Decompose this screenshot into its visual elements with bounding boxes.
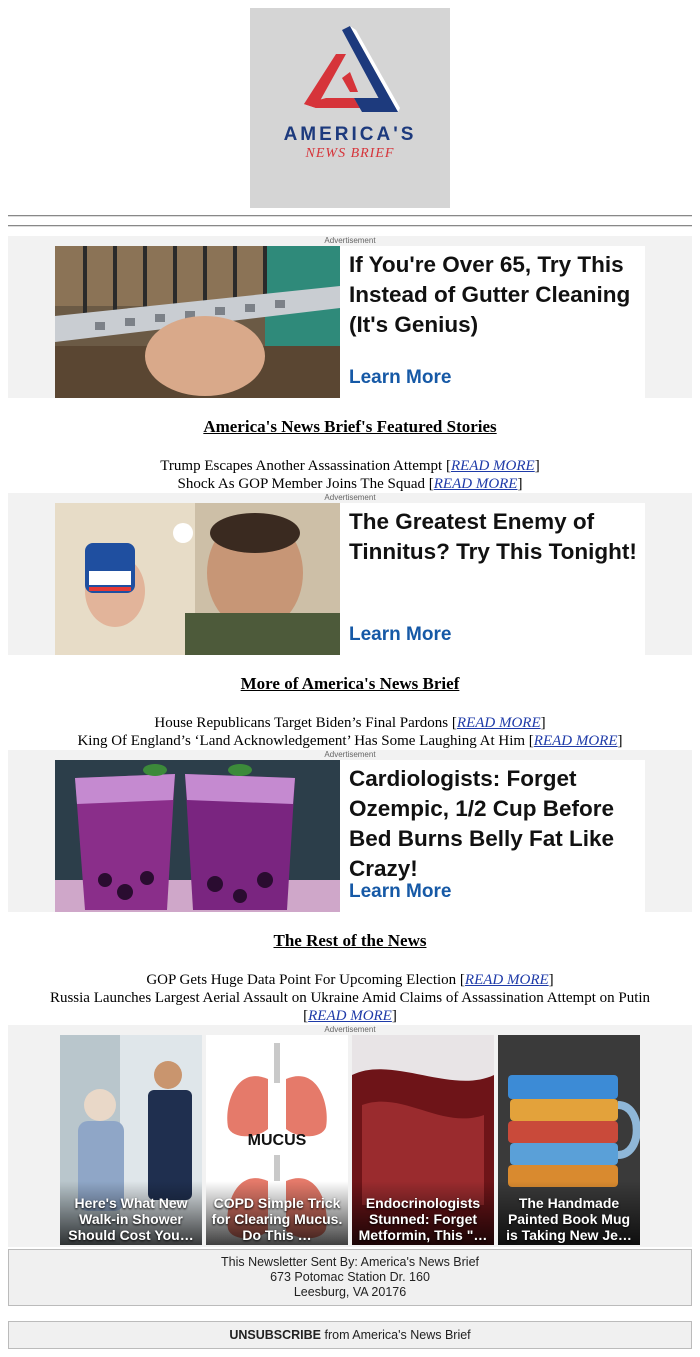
ad-label: Advertisement (324, 236, 376, 245)
ad-label: Advertisement (324, 1025, 376, 1034)
read-more-link[interactable]: READ MORE (465, 972, 549, 988)
unsubscribe-bar: UNSUBSCRIBE from America's News Brief (8, 1321, 692, 1349)
read-more-link[interactable]: READ MORE (308, 1008, 392, 1024)
brand-subtitle: NEWS BRIEF (305, 146, 395, 161)
learn-more-link[interactable]: Learn More (349, 367, 451, 389)
section-title-more: More of America's News Brief (240, 674, 460, 693)
story-line[interactable]: King Of England’s ‘Land Acknowledgement’… (0, 732, 700, 750)
ad-headline[interactable]: If You're Over 65, Try This Instead of G… (349, 250, 645, 340)
learn-more-link[interactable]: Learn More (349, 881, 451, 903)
section-title-featured: America's News Brief's Featured Stories (203, 417, 497, 436)
story-headline: GOP Gets Huge Data Point For Upcoming El… (146, 972, 457, 988)
ad-image-drink[interactable] (55, 760, 340, 912)
unsubscribe-text: from America's News Brief (321, 1328, 471, 1342)
card-caption[interactable]: Endocrinologists Stunned: Forget Metform… (356, 1195, 490, 1243)
divider (8, 225, 692, 227)
brand-name: AMERICA'S (283, 124, 417, 145)
story-line[interactable]: GOP Gets Huge Data Point For Upcoming El… (0, 971, 700, 989)
ad-block-cards[interactable]: Advertisement Here's What New Walk-in Sh… (8, 1025, 692, 1247)
story-headline: Shock As GOP Member Joins The Squad (177, 476, 426, 492)
card-caption[interactable]: Here's What New Walk-in Shower Should Co… (64, 1195, 198, 1243)
brand-logo[interactable]: AMERICA'S NEWS BRIEF (250, 8, 450, 208)
read-more-link[interactable]: READ MORE (434, 476, 518, 492)
section-title-rest: The Rest of the News (273, 931, 427, 950)
story-headline: Russia Launches Largest Aerial Assault o… (49, 990, 651, 1006)
footer-sender: This Newsletter Sent By: America's News … (220, 1255, 480, 1269)
ad-card-shower[interactable]: Here's What New Walk-in Shower Should Co… (60, 1035, 202, 1245)
story-line[interactable]: Russia Launches Largest Aerial Assault o… (0, 989, 700, 1025)
card-image-label: MUCUS (248, 1132, 307, 1149)
read-more-link[interactable]: READ MORE (534, 733, 618, 749)
read-more-link[interactable]: READ MORE (457, 715, 541, 731)
unsubscribe-link[interactable]: UNSUBSCRIBE (229, 1328, 321, 1342)
card-caption[interactable]: The Handmade Painted Book Mug is Taking … (502, 1195, 636, 1243)
triangle-logo-icon (304, 26, 400, 112)
ad-label: Advertisement (324, 750, 376, 759)
card-caption[interactable]: COPD Simple Trick for Clearing Mucus. Do… (210, 1195, 344, 1243)
newsletter-footer: This Newsletter Sent By: America's News … (8, 1249, 692, 1306)
ad-label: Advertisement (324, 493, 376, 502)
story-line[interactable]: Shock As GOP Member Joins The Squad [REA… (0, 475, 700, 493)
read-more-link[interactable]: READ MORE (451, 458, 535, 474)
ad-headline[interactable]: Cardiologists: Forget Ozempic, 1/2 Cup B… (349, 764, 645, 884)
ad-block-ozempic[interactable]: Advertisement Cardiologists: Forget Ozem… (8, 750, 692, 912)
ad-block-tinnitus[interactable]: Advertisement The Greatest Enemy of Tinn… (8, 493, 692, 655)
ad-block-gutter[interactable]: Advertisement If You're Over 65, Try Thi… (8, 236, 692, 398)
story-line[interactable]: House Republicans Target Biden’s Final P… (0, 714, 700, 732)
footer-city: Leesburg, VA 20176 (293, 1285, 407, 1299)
story-headline: King Of England’s ‘Land Acknowledgement’… (77, 733, 526, 749)
ad-image-tinnitus[interactable] (55, 503, 340, 655)
ad-card-copd[interactable]: MUCUS COPD Simple Trick for Clearing Muc… (206, 1035, 348, 1245)
story-headline: Trump Escapes Another Assassination Atte… (160, 458, 443, 474)
ad-text-panel[interactable]: The Greatest Enemy of Tinnitus? Try This… (340, 503, 645, 655)
learn-more-link[interactable]: Learn More (349, 624, 451, 646)
ad-headline[interactable]: The Greatest Enemy of Tinnitus? Try This… (349, 507, 645, 567)
ad-text-panel[interactable]: If You're Over 65, Try This Instead of G… (340, 246, 645, 398)
ad-text-panel[interactable]: Cardiologists: Forget Ozempic, 1/2 Cup B… (340, 760, 645, 912)
divider (8, 215, 692, 217)
ad-image-gutter[interactable] (55, 246, 340, 398)
footer-address: 673 Potomac Station Dr. 160 (270, 1270, 430, 1284)
story-headline: House Republicans Target Biden’s Final P… (154, 715, 449, 731)
ad-card-metformin[interactable]: Endocrinologists Stunned: Forget Metform… (352, 1035, 494, 1245)
ad-card-book-mug[interactable]: The Handmade Painted Book Mug is Taking … (498, 1035, 640, 1245)
story-line[interactable]: Trump Escapes Another Assassination Atte… (0, 457, 700, 475)
